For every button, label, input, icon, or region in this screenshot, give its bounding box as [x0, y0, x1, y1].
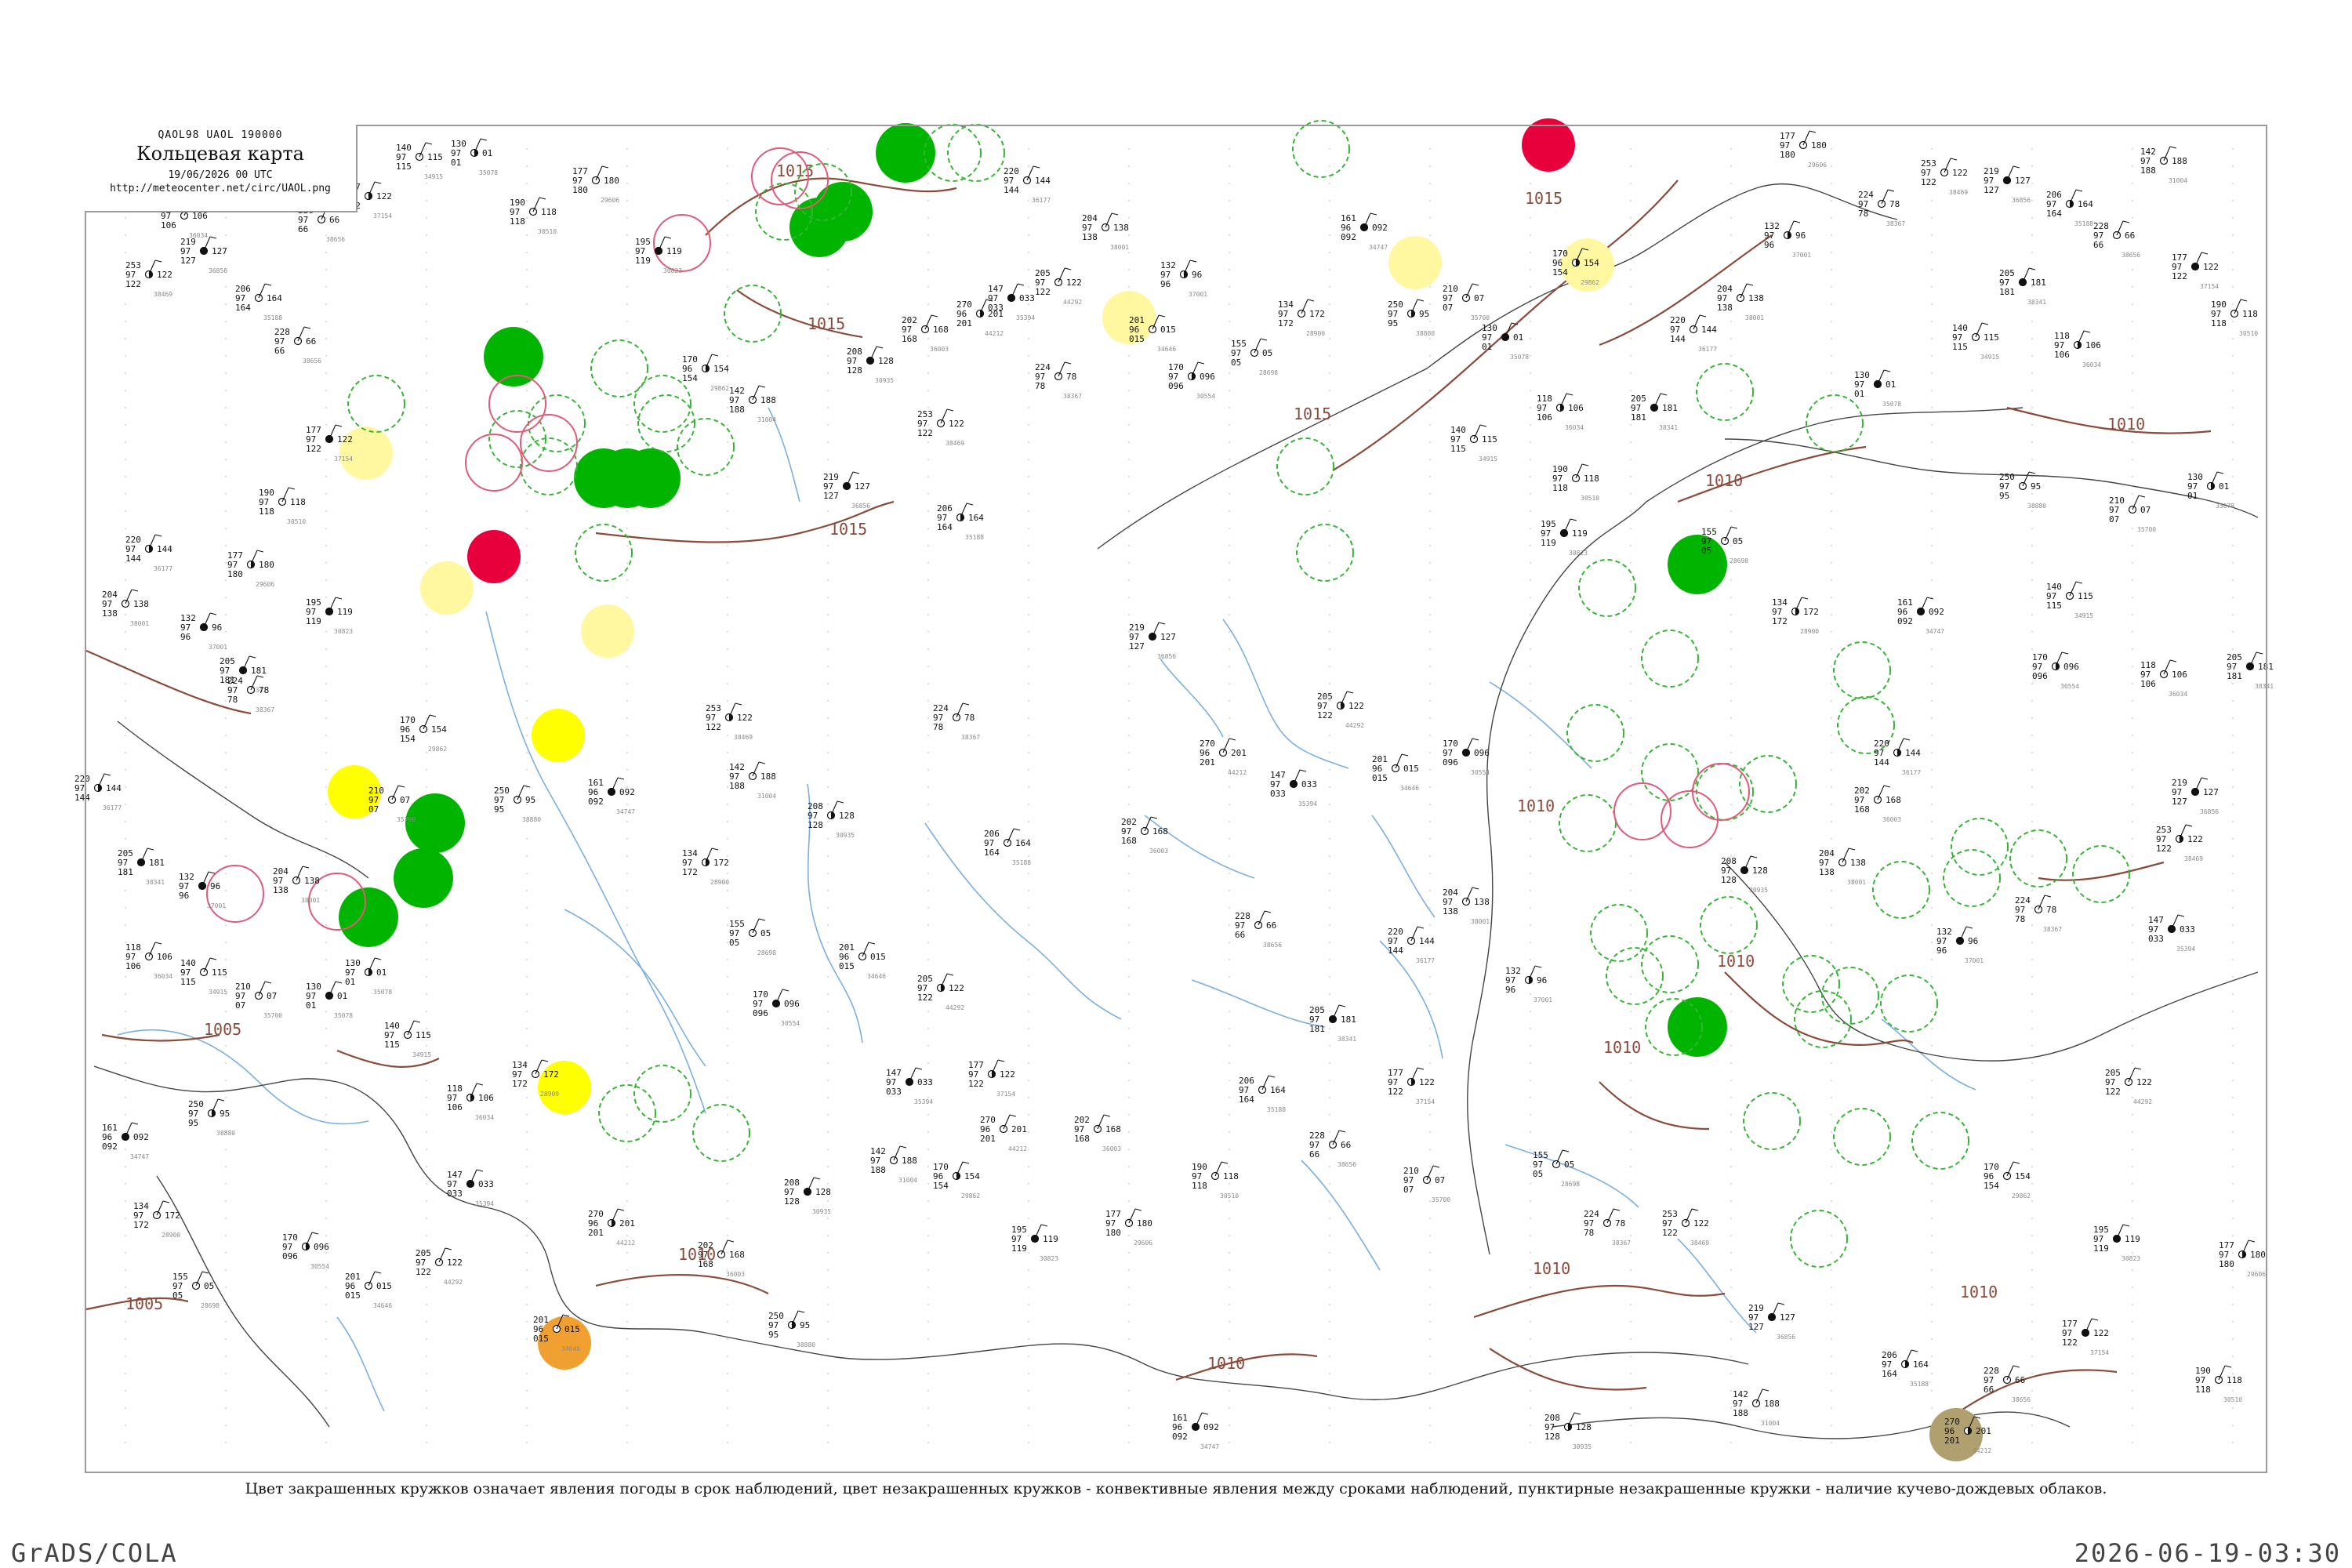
source-url[interactable]: http://meteocenter.net/circ/UAOL.png	[85, 183, 356, 194]
map-frame	[85, 125, 2267, 1473]
map-datetime: 19/06/2026 00 UTC	[168, 169, 273, 181]
footer-software: GrADS/COLA	[11, 1538, 178, 1568]
map-title: Кольцевая карта	[136, 143, 304, 165]
footer-timestamp: 2026-06-19-03:30	[2074, 1538, 2341, 1568]
legend-caption: Цвет закрашенных кружков означает явлени…	[245, 1480, 2107, 1497]
bulletin-header: QAOL98 UAOL 190000	[158, 129, 283, 141]
title-box: QAOL98 UAOL 190000 Кольцевая карта 19/06…	[85, 125, 358, 212]
